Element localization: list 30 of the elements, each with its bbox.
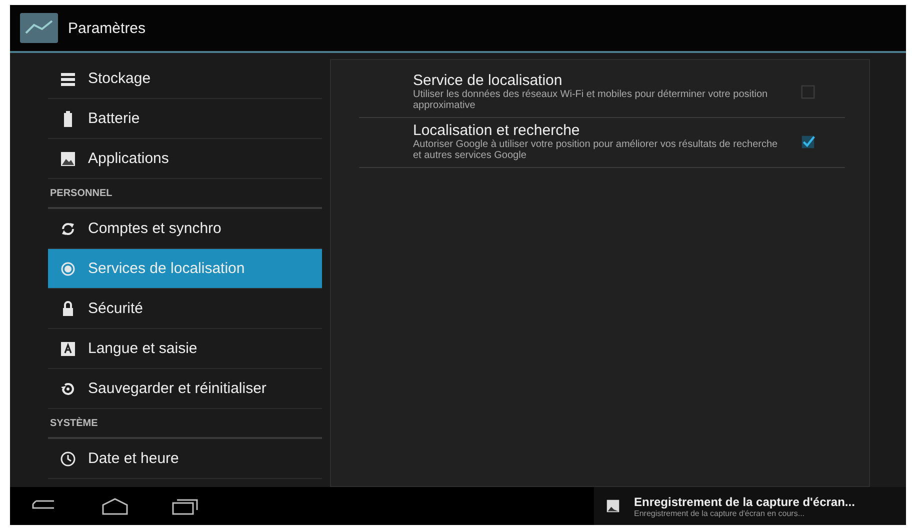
section-header: PERSONNEL xyxy=(50,188,112,198)
notification-text: Enregistrement de la capture d'écran en cours... xyxy=(634,508,806,518)
setting-title: Localisation et recherche xyxy=(413,122,581,139)
sidebar-item[interactable]: Sécurité xyxy=(48,289,322,329)
checkbox[interactable] xyxy=(801,84,815,98)
notification[interactable]: Enregistrement de la capture d'écran... Enregistrement de la capture d'écran en cours... xyxy=(594,487,906,525)
sidebar-item[interactable]: Sauvegarder et réinitialiser xyxy=(48,369,322,409)
picture-icon xyxy=(60,150,76,166)
letter-icon xyxy=(60,340,76,356)
sidebar-item[interactable]: Date et heure xyxy=(48,439,322,479)
sync-icon xyxy=(60,220,76,236)
setting-summary: Utiliser les données des réseaux Wi-Fi et mobiles pour déterminer votre position approximative xyxy=(413,89,769,111)
lock-icon xyxy=(60,300,76,316)
picture-icon xyxy=(606,499,620,513)
app-icon xyxy=(20,13,58,43)
notification-title: Enregistrement de la capture d'écran... xyxy=(634,494,855,508)
section-header: SYSTÈME xyxy=(50,418,98,428)
sidebar-item[interactable]: Stockage xyxy=(48,59,322,99)
window-title: Paramètres xyxy=(68,20,146,36)
restore-icon xyxy=(60,380,76,396)
setting-summary: Autoriser Google à utiliser votre position pour améliorer vos résultats de recherche et autres services Google xyxy=(413,139,779,161)
setting-title: Service de localisation xyxy=(413,72,564,89)
checkbox[interactable] xyxy=(801,134,815,148)
storage-icon xyxy=(60,70,76,86)
sidebar-item[interactable]: Langue et saisie xyxy=(48,329,322,369)
sidebar-item[interactable]: Batterie xyxy=(48,99,322,139)
clock-icon xyxy=(60,450,76,466)
target-icon xyxy=(60,260,76,276)
sidebar-item[interactable]: Applications xyxy=(48,139,322,179)
home-icon[interactable] xyxy=(100,496,130,516)
